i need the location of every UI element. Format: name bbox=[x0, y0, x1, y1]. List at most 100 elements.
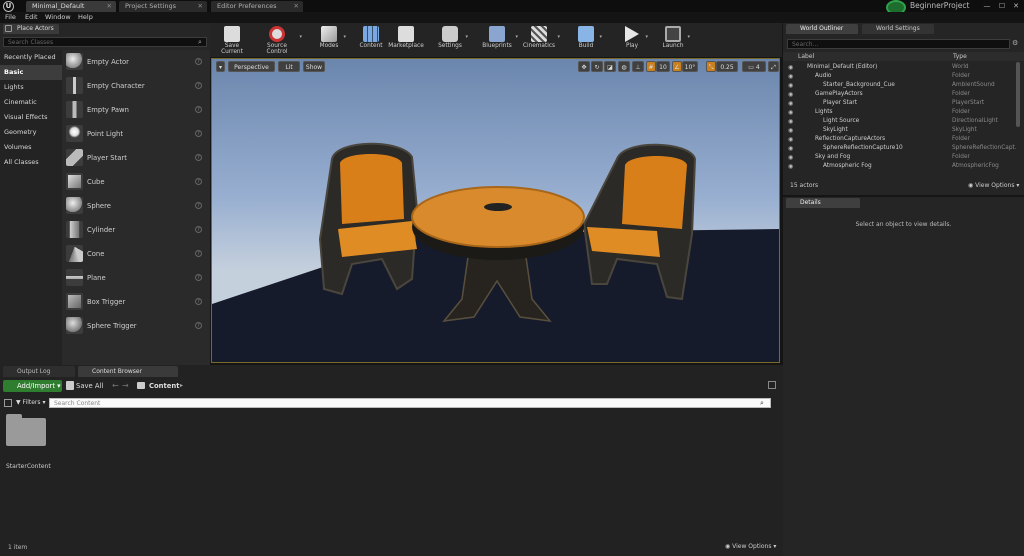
help-icon[interactable]: ? bbox=[195, 106, 202, 113]
actor-item-cube[interactable]: Cube? bbox=[62, 170, 210, 194]
actor-item-sphere[interactable]: Sphere? bbox=[62, 194, 210, 218]
modes-button[interactable]: Modes ▾ bbox=[316, 24, 346, 56]
visibility-eye-icon[interactable]: ◉ bbox=[788, 117, 793, 126]
search-icon[interactable]: ⌕ bbox=[760, 398, 770, 408]
rotation-snap-icon[interactable]: ∠ bbox=[672, 61, 682, 72]
close-icon[interactable]: ✕ bbox=[294, 1, 299, 12]
outliner-row[interactable]: ◉ ReflectionCaptureActors Folder bbox=[783, 135, 1019, 144]
back-arrow-icon[interactable]: ← bbox=[112, 380, 119, 392]
outliner-view-options-button[interactable]: ◉ View Options ▾ bbox=[968, 182, 1019, 189]
help-icon[interactable]: ? bbox=[195, 178, 202, 185]
help-icon[interactable]: ? bbox=[195, 154, 202, 161]
tab-editor-preferences[interactable]: Editor Preferences ✕ bbox=[211, 1, 303, 12]
camera-speed-button[interactable]: ▭ 4 bbox=[742, 61, 766, 72]
show-button[interactable]: Show bbox=[303, 61, 325, 72]
breadcrumb-content[interactable]: Content bbox=[149, 380, 179, 392]
content-button[interactable]: Content bbox=[358, 24, 384, 56]
marketplace-button[interactable]: Marketplace bbox=[388, 24, 424, 56]
outliner-row[interactable]: ◉ Minimal_Default (Editor) World bbox=[783, 63, 1019, 72]
actor-item-empty-actor[interactable]: Empty Actor? bbox=[62, 50, 210, 74]
visibility-eye-icon[interactable]: ◉ bbox=[788, 99, 793, 108]
actor-item-empty-character[interactable]: Empty Character? bbox=[62, 74, 210, 98]
world-local-icon[interactable]: ◍ bbox=[618, 61, 630, 72]
help-icon[interactable]: ? bbox=[195, 82, 202, 89]
outliner-row[interactable]: ◉ Light Source DirectionalLight bbox=[783, 117, 1019, 126]
outliner-row[interactable]: ◉ Atmospheric Fog AtmosphericFog bbox=[783, 162, 1019, 171]
outliner-row[interactable]: ◉ SkyLight SkyLight bbox=[783, 126, 1019, 135]
build-button[interactable]: Build ▾ bbox=[574, 24, 602, 56]
tab-content-browser[interactable]: Content Browser bbox=[78, 366, 178, 377]
visibility-eye-icon[interactable]: ◉ bbox=[788, 135, 793, 144]
rotate-icon[interactable]: ↻ bbox=[591, 61, 603, 72]
tab-world-outliner[interactable]: World Outliner bbox=[786, 24, 858, 34]
visibility-eye-icon[interactable]: ◉ bbox=[788, 153, 793, 162]
lock-icon[interactable] bbox=[768, 381, 776, 389]
outliner-settings-icon[interactable]: ⚙ bbox=[1012, 39, 1020, 48]
actor-item-box-trigger[interactable]: Box Trigger? bbox=[62, 290, 210, 314]
folder-icon[interactable] bbox=[6, 414, 46, 446]
menu-window[interactable]: Window bbox=[45, 12, 71, 23]
save-current-button[interactable]: Save Current bbox=[214, 24, 250, 56]
actor-item-plane[interactable]: Plane? bbox=[62, 266, 210, 290]
visibility-eye-icon[interactable]: ◉ bbox=[788, 90, 793, 99]
help-icon[interactable]: ? bbox=[195, 250, 202, 257]
menu-file[interactable]: File bbox=[5, 12, 16, 23]
view-options-button[interactable]: ◉ View Options ▾ bbox=[725, 543, 776, 550]
scale-snap-icon[interactable]: ⤡ bbox=[706, 61, 716, 72]
tab-details[interactable]: Details bbox=[786, 198, 860, 208]
category-basic[interactable]: Basic bbox=[0, 65, 62, 80]
actor-item-point-light[interactable]: Point Light? bbox=[62, 122, 210, 146]
scale-snap-value[interactable]: 0.25 bbox=[716, 61, 738, 72]
actor-item-cylinder[interactable]: Cylinder? bbox=[62, 218, 210, 242]
cinematics-button[interactable]: Cinematics ▾ bbox=[522, 24, 560, 56]
visibility-eye-icon[interactable]: ◉ bbox=[788, 108, 793, 117]
category-recently-placed[interactable]: Recently Placed bbox=[0, 50, 62, 65]
visibility-eye-icon[interactable]: ◉ bbox=[788, 126, 793, 135]
actor-item-sphere-trigger[interactable]: Sphere Trigger? bbox=[62, 314, 210, 338]
close-window-icon[interactable]: ✕ bbox=[1009, 0, 1023, 12]
outliner-row[interactable]: ◉ Sky and Fog Folder bbox=[783, 153, 1019, 162]
surface-snap-icon[interactable]: ⊥ bbox=[632, 61, 644, 72]
help-icon[interactable]: ? bbox=[195, 130, 202, 137]
category-visual-effects[interactable]: Visual Effects bbox=[0, 110, 62, 125]
outliner-row[interactable]: ◉ SphereReflectionCapture10 SphereReflecti… bbox=[783, 144, 1019, 153]
breadcrumb-chevron-icon[interactable]: ▸ bbox=[180, 380, 183, 392]
menu-edit[interactable]: Edit bbox=[25, 12, 38, 23]
actor-item-cone[interactable]: Cone? bbox=[62, 242, 210, 266]
visibility-eye-icon[interactable]: ◉ bbox=[788, 63, 793, 72]
blueprints-button[interactable]: Blueprints ▾ bbox=[480, 24, 518, 56]
filters-button[interactable]: ▼ Filters ▾ bbox=[16, 398, 45, 408]
tab-output-log[interactable]: Output Log bbox=[3, 366, 75, 377]
close-icon[interactable]: ✕ bbox=[198, 1, 203, 12]
label-column-header[interactable]: Label bbox=[798, 52, 814, 61]
sources-panel-icon[interactable] bbox=[4, 399, 12, 407]
search-content-input[interactable]: Search Content bbox=[49, 398, 771, 408]
search-icon[interactable]: ⌕ bbox=[198, 37, 207, 47]
category-lights[interactable]: Lights bbox=[0, 80, 62, 95]
type-column-header[interactable]: Type bbox=[953, 52, 967, 61]
scale-icon[interactable]: ◪ bbox=[604, 61, 616, 72]
actor-item-player-start[interactable]: Player Start? bbox=[62, 146, 210, 170]
rotation-snap-value[interactable]: 10° bbox=[682, 61, 698, 72]
visibility-eye-icon[interactable]: ◉ bbox=[788, 162, 793, 171]
maximize-icon[interactable]: ☐ bbox=[995, 0, 1009, 12]
help-icon[interactable]: ? bbox=[195, 322, 202, 329]
help-icon[interactable]: ? bbox=[195, 58, 202, 65]
category-all-classes[interactable]: All Classes bbox=[0, 155, 62, 170]
grid-snap-icon[interactable]: # bbox=[646, 61, 656, 72]
play-button[interactable]: Play ▾ bbox=[620, 24, 648, 56]
outliner-row[interactable]: ◉ Player Start PlayerStart bbox=[783, 99, 1019, 108]
translate-icon[interactable]: ✥ bbox=[578, 61, 590, 72]
outliner-row[interactable]: ◉ GamePlayActors Folder bbox=[783, 90, 1019, 99]
help-icon[interactable]: ? bbox=[195, 226, 202, 233]
tab-project-settings[interactable]: Project Settings ✕ bbox=[119, 1, 207, 12]
save-all-button[interactable]: Save All bbox=[76, 380, 103, 392]
settings-button[interactable]: Settings ▾ bbox=[436, 24, 468, 56]
visibility-eye-icon[interactable]: ◉ bbox=[788, 72, 793, 81]
category-cinematic[interactable]: Cinematic bbox=[0, 95, 62, 110]
source-control-button[interactable]: Source Control ▾ bbox=[256, 24, 302, 56]
minimize-icon[interactable]: — bbox=[980, 0, 994, 12]
actor-item-empty-pawn[interactable]: Empty Pawn? bbox=[62, 98, 210, 122]
add-import-button[interactable]: Add/Import ▾ bbox=[3, 380, 62, 392]
viewport-options-icon[interactable]: ▾ bbox=[216, 61, 225, 72]
